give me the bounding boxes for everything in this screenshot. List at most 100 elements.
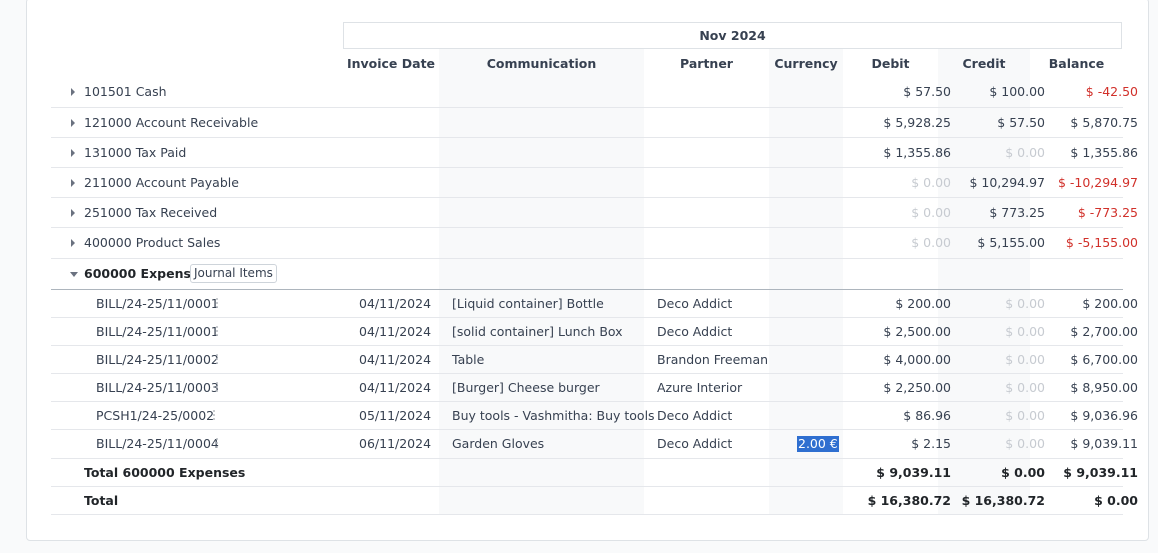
caret-right-icon[interactable] — [71, 209, 75, 217]
expenses-total-row: Total 600000 Expenses $ 9,039.11 $ 0.00 … — [51, 459, 1138, 487]
journal-line[interactable]: PCSH1/24-25/0002 05/11/2024 Buy tools - … — [51, 402, 1138, 430]
caret-down-icon[interactable] — [70, 272, 78, 277]
more-options-icon[interactable] — [213, 410, 215, 420]
credit-value: $ 0.00 — [1005, 324, 1045, 339]
debit-value: $ 0.00 — [911, 235, 951, 250]
debit-value: $ 0.00 — [911, 175, 951, 190]
journal-line[interactable]: BILL/24-25/11/0004 06/11/2024 Garden Glo… — [51, 430, 1138, 459]
account-label[interactable]: 251000 Tax Received — [84, 205, 217, 221]
credit-value: $ 0.00 — [1005, 380, 1045, 395]
credit-value: $ 57.50 — [997, 115, 1045, 130]
communication: Table — [452, 352, 485, 367]
account-label[interactable]: 600000 Expenses — [84, 266, 207, 282]
account-row-tax-received[interactable]: 251000 Tax Received $ 0.00 $ 773.25 $ -7… — [51, 198, 1138, 228]
col-credit[interactable]: Credit — [938, 56, 1030, 72]
invoice-date: 04/11/2024 — [359, 296, 432, 311]
caret-right-icon[interactable] — [71, 179, 75, 187]
credit-total: $ 0.00 — [1001, 465, 1045, 480]
account-row-expenses[interactable]: 600000 Expenses Journal Items — [51, 259, 1123, 290]
col-invoice-date[interactable]: Invoice Date — [343, 56, 439, 72]
journal-line[interactable]: BILL/24-25/11/0001 04/11/2024 [solid con… — [51, 318, 1138, 346]
balance-total: $ 0.00 — [1094, 493, 1138, 508]
caret-right-icon[interactable] — [71, 119, 75, 127]
account-row-tax-paid[interactable]: 131000 Tax Paid $ 1,355.86 $ 0.00 $ 1,35… — [51, 138, 1138, 168]
balance-value: $ 2,700.00 — [1070, 324, 1138, 339]
more-options-icon[interactable] — [216, 298, 218, 308]
debit-value: $ 57.50 — [903, 84, 951, 99]
account-label[interactable]: 101501 Cash — [84, 84, 167, 100]
journal-line[interactable]: BILL/24-25/11/0003 04/11/2024 [Burger] C… — [51, 374, 1138, 402]
balance-value: $ 1,355.86 — [1070, 145, 1138, 160]
credit-value: $ 0.00 — [1005, 436, 1045, 451]
credit-value: $ 0.00 — [1005, 352, 1045, 367]
credit-total: $ 16,380.72 — [961, 493, 1045, 508]
debit-value: $ 2.15 — [911, 436, 951, 451]
balance-value: $ 9,039.11 — [1070, 436, 1138, 451]
partner: Azure Interior — [657, 380, 743, 395]
account-label[interactable]: 211000 Account Payable — [84, 175, 239, 191]
account-row-cash[interactable]: 101501 Cash $ 57.50 $ 100.00 $ -42.50 — [51, 77, 1138, 108]
communication: [Burger] Cheese burger — [452, 380, 600, 395]
account-label[interactable]: 400000 Product Sales — [84, 235, 220, 251]
account-label[interactable]: 131000 Tax Paid — [84, 145, 186, 161]
more-options-icon[interactable] — [216, 382, 218, 392]
col-communication[interactable]: Communication — [439, 56, 644, 72]
more-options-icon[interactable] — [216, 354, 218, 364]
entry-reference[interactable]: BILL/24-25/11/0001 — [96, 324, 219, 340]
credit-value: $ 0.00 — [1005, 296, 1045, 311]
partner: Brandon Freeman — [657, 352, 769, 367]
journal-line[interactable]: BILL/24-25/11/0001 04/11/2024 [Liquid co… — [51, 290, 1138, 318]
col-balance[interactable]: Balance — [1030, 56, 1123, 72]
col-debit[interactable]: Debit — [843, 56, 938, 72]
partner: Deco Addict — [657, 296, 733, 311]
debit-total: $ 9,039.11 — [876, 465, 951, 480]
communication: [Liquid container] Bottle — [452, 296, 604, 311]
credit-value: $ 5,155.00 — [977, 235, 1045, 250]
debit-value: $ 0.00 — [911, 205, 951, 220]
caret-right-icon[interactable] — [71, 149, 75, 157]
invoice-date: 06/11/2024 — [359, 436, 432, 451]
account-row-receivable[interactable]: 121000 Account Receivable $ 5,928.25 $ 5… — [51, 108, 1138, 138]
col-partner[interactable]: Partner — [644, 56, 769, 72]
invoice-date: 04/11/2024 — [359, 324, 432, 339]
balance-value: $ -42.50 — [1085, 84, 1138, 99]
invoice-date: 04/11/2024 — [359, 352, 432, 367]
currency-amount[interactable]: 2.00 € — [797, 436, 839, 452]
invoice-date: 04/11/2024 — [359, 380, 432, 395]
general-ledger-panel: Nov 2024 Invoice Date Communication Part… — [26, 0, 1149, 541]
entry-reference[interactable]: BILL/24-25/11/0002 — [96, 352, 219, 368]
balance-value: $ 9,036.96 — [1070, 408, 1138, 423]
journal-items-button[interactable]: Journal Items — [190, 264, 277, 283]
debit-value: $ 86.96 — [903, 408, 951, 423]
debit-value: $ 5,928.25 — [883, 115, 951, 130]
balance-value: $ -10,294.97 — [1057, 175, 1138, 190]
partner: Deco Addict — [657, 408, 733, 423]
entry-reference[interactable]: BILL/24-25/11/0003 — [96, 380, 219, 396]
balance-value: $ -773.25 — [1077, 205, 1138, 220]
more-options-icon[interactable] — [216, 326, 218, 336]
caret-right-icon[interactable] — [71, 239, 75, 247]
entry-reference[interactable]: BILL/24-25/11/0004 — [96, 436, 219, 452]
account-row-payable[interactable]: 211000 Account Payable $ 0.00 $ 10,294.9… — [51, 168, 1138, 198]
balance-value: $ 6,700.00 — [1070, 352, 1138, 367]
credit-value: $ 0.00 — [1005, 408, 1045, 423]
more-options-icon[interactable] — [216, 438, 218, 448]
balance-value: $ 5,870.75 — [1070, 115, 1138, 130]
col-currency[interactable]: Currency — [769, 56, 843, 72]
entry-reference[interactable]: PCSH1/24-25/0002 — [96, 408, 214, 424]
debit-value: $ 200.00 — [895, 296, 951, 311]
journal-line[interactable]: BILL/24-25/11/0002 04/11/2024 Table Bran… — [51, 346, 1138, 374]
caret-right-icon[interactable] — [71, 88, 75, 96]
debit-value: $ 2,250.00 — [883, 380, 951, 395]
entry-reference[interactable]: BILL/24-25/11/0001 — [96, 296, 219, 312]
debit-value: $ 1,355.86 — [883, 145, 951, 160]
partner: Deco Addict — [657, 324, 733, 339]
balance-value: $ -5,155.00 — [1065, 235, 1138, 250]
account-row-product-sales[interactable]: 400000 Product Sales $ 0.00 $ 5,155.00 $… — [51, 228, 1138, 259]
credit-value: $ 0.00 — [1005, 145, 1045, 160]
communication: Buy tools - Vashmitha: Buy tools — [452, 408, 655, 423]
balance-value: $ 8,950.00 — [1070, 380, 1138, 395]
credit-value: $ 10,294.97 — [969, 175, 1045, 190]
account-label[interactable]: 121000 Account Receivable — [84, 115, 258, 131]
partner: Deco Addict — [657, 436, 733, 451]
